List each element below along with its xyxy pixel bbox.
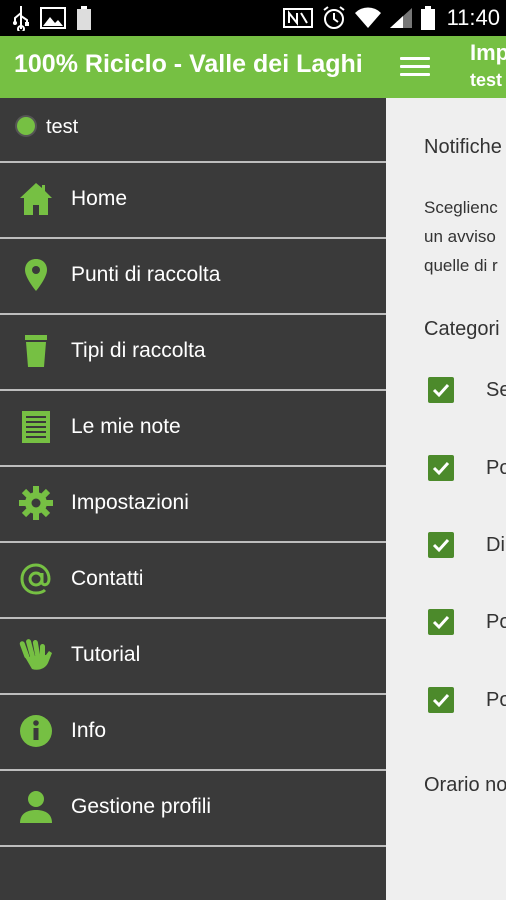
categories-title: Categori <box>424 318 500 340</box>
category-checkbox[interactable] <box>428 455 454 481</box>
checkbox-label: Po <box>486 689 506 711</box>
screen-title: Imp <box>470 40 506 65</box>
section-title: Notifiche <box>424 136 502 158</box>
category-checkbox[interactable] <box>428 687 454 713</box>
profile-row[interactable]: test <box>0 98 386 160</box>
gear-icon <box>18 485 54 521</box>
menu-item-gestione-profili[interactable]: Gestione profili <box>0 769 386 847</box>
time-section-title: Orario no <box>424 774 506 796</box>
battery-icon <box>420 5 435 31</box>
menu-item-home[interactable]: Home <box>0 161 386 237</box>
menu-item-label: Contatti <box>71 567 144 590</box>
menu-item-label: Tipi di raccolta <box>71 339 206 362</box>
checkbox-label: Di <box>486 534 505 556</box>
info-icon <box>18 713 54 749</box>
menu-item-tutorial[interactable]: Tutorial <box>0 617 386 693</box>
checkbox-label: Po <box>486 457 506 479</box>
category-checkbox[interactable] <box>428 377 454 403</box>
profile-radio-icon <box>17 117 35 135</box>
menu-item-label: Tutorial <box>71 643 141 666</box>
home-icon <box>18 181 54 217</box>
usb-icon <box>12 5 30 31</box>
menu-item-tipi-di-raccolta[interactable]: Tipi di raccolta <box>0 313 386 389</box>
menu-item-label: Gestione profili <box>71 795 212 818</box>
signal-icon <box>389 7 413 29</box>
menu-item-punti-di-raccolta[interactable]: Punti di raccolta <box>0 237 386 313</box>
drawer-menu: Home Punti di raccolta Tipi di raccolta … <box>0 161 386 847</box>
app-bar: Imp test <box>386 36 506 98</box>
description-line: un avviso <box>424 227 496 246</box>
menu-item-label: Info <box>71 719 107 742</box>
menu-item-label: Impostazioni <box>71 491 189 514</box>
battery-small-icon <box>76 5 92 31</box>
menu-item-label: Le mie note <box>71 415 181 438</box>
app-title: 100% Riciclo - Valle dei Laghi <box>14 50 363 78</box>
checkbox-label: Po <box>486 611 506 633</box>
location-pin-icon <box>18 257 54 293</box>
menu-item-label: Punti di raccolta <box>71 263 221 286</box>
description-line: Sceglienc <box>424 198 498 217</box>
notes-icon <box>18 409 54 445</box>
settings-screen: Imp test Notifiche Sceglienc un avviso q… <box>386 36 506 900</box>
screen-subtitle: test <box>470 70 503 90</box>
bin-icon <box>18 333 54 369</box>
drawer-header: 100% Riciclo - Valle dei Laghi <box>0 36 386 98</box>
menu-item-info[interactable]: Info <box>0 693 386 769</box>
hand-icon <box>18 637 54 673</box>
status-bar: 11:40 <box>0 0 506 36</box>
menu-item-impostazioni[interactable]: Impostazioni <box>0 465 386 541</box>
wifi-icon <box>354 7 381 29</box>
menu-item-label: Home <box>71 187 128 210</box>
image-icon <box>40 7 66 29</box>
at-icon <box>18 561 54 597</box>
menu-icon[interactable] <box>400 52 430 82</box>
navigation-drawer: 100% Riciclo - Valle dei Laghi test Home… <box>0 36 386 900</box>
alarm-icon <box>321 5 347 31</box>
person-icon <box>18 789 54 825</box>
checkbox-label: Se <box>486 379 506 401</box>
menu-item-contatti[interactable]: Contatti <box>0 541 386 617</box>
clock: 11:40 <box>446 5 500 30</box>
nfc-icon <box>282 7 313 29</box>
category-checkbox[interactable] <box>428 532 454 558</box>
category-checkbox[interactable] <box>428 609 454 635</box>
menu-item-le-mie-note[interactable]: Le mie note <box>0 389 386 465</box>
profile-name: test <box>46 116 79 138</box>
description-line: quelle di r <box>424 256 498 275</box>
